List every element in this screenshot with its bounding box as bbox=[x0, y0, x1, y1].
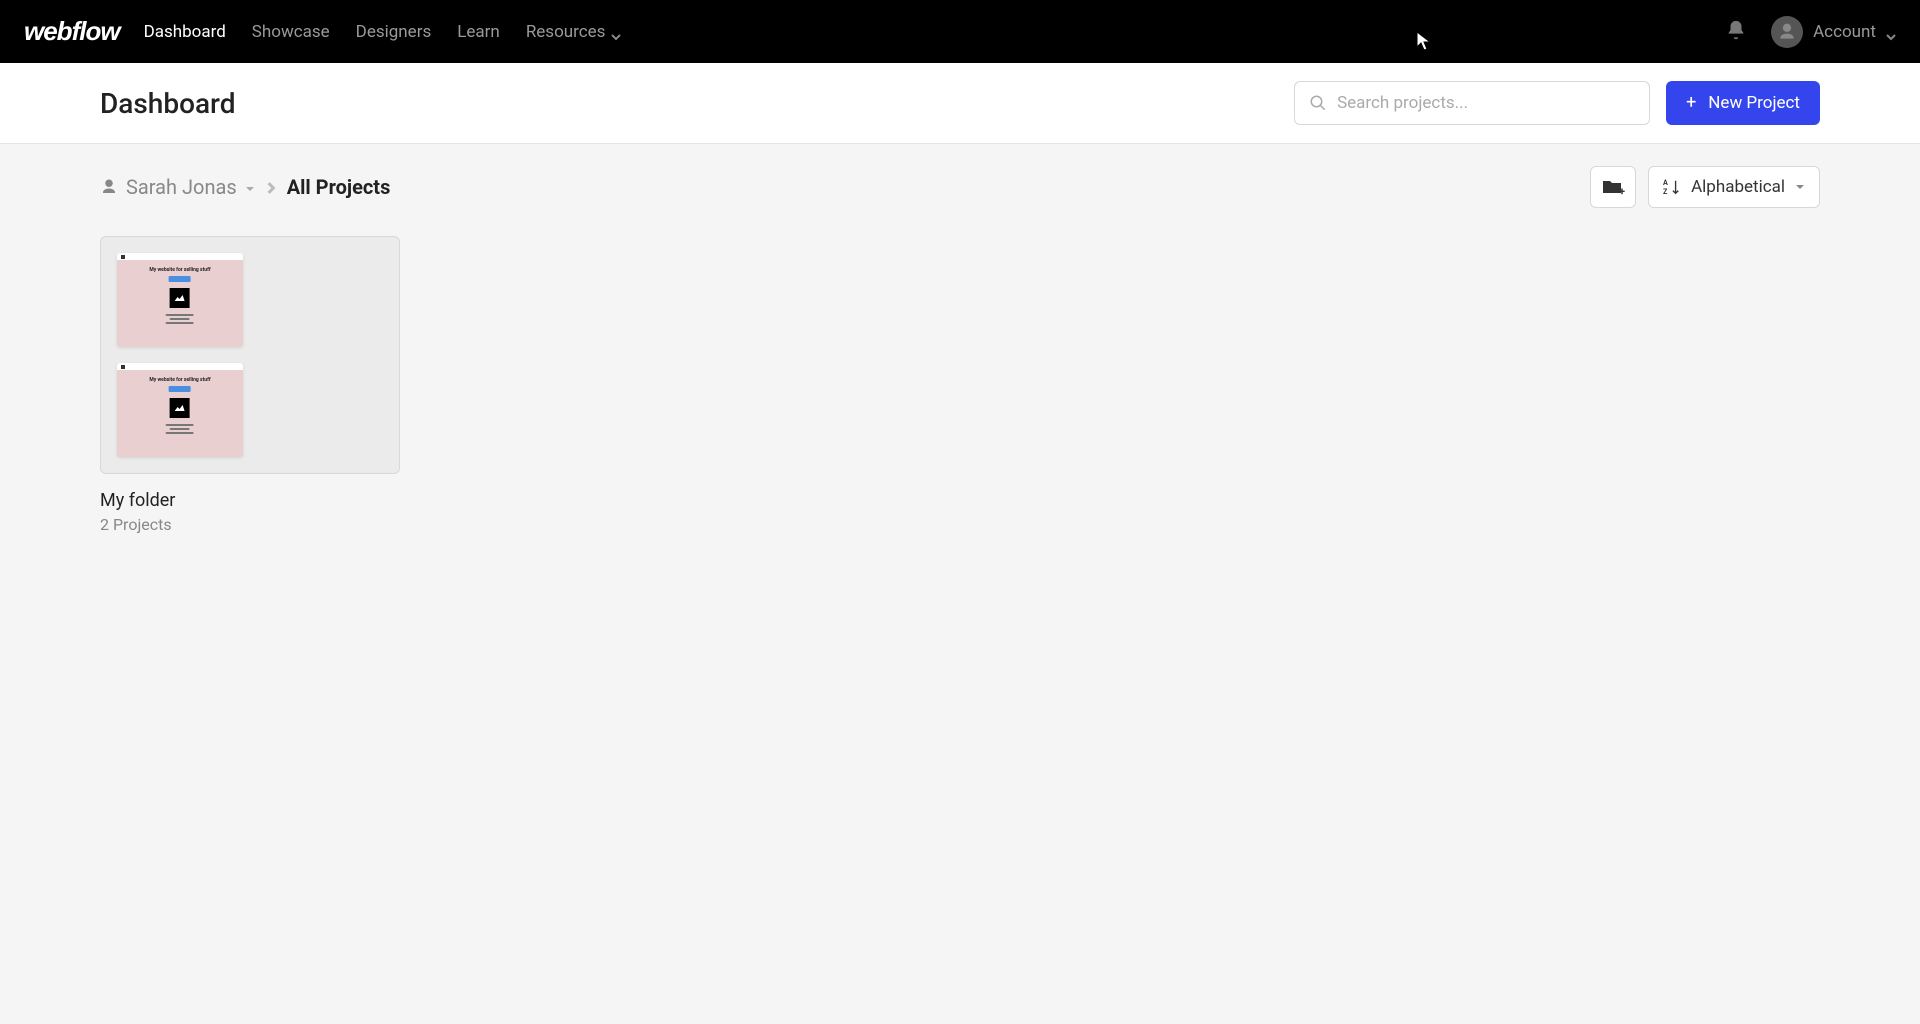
webflow-logo[interactable]: webflow bbox=[24, 16, 120, 47]
breadcrumb-user-name: Sarah Jonas bbox=[126, 175, 237, 199]
topnav-right: Account bbox=[1725, 16, 1896, 48]
nav-designers[interactable]: Designers bbox=[356, 22, 432, 42]
breadcrumb: Sarah Jonas All Projects bbox=[100, 175, 390, 199]
chevron-down-icon bbox=[611, 27, 621, 37]
content: Sarah Jonas All Projects + A Z bbox=[0, 144, 1920, 556]
nav-learn[interactable]: Learn bbox=[457, 22, 500, 42]
dashboard-header: Dashboard + New Project bbox=[0, 63, 1920, 144]
folder-card[interactable]: My website for selling stuff My website … bbox=[100, 236, 400, 534]
user-icon bbox=[100, 178, 118, 196]
search-icon bbox=[1309, 94, 1327, 112]
caret-down-icon bbox=[245, 175, 255, 199]
chevron-right-icon bbox=[265, 175, 277, 199]
project-thumbnail: My website for selling stuff bbox=[117, 253, 243, 347]
sort-az-icon: A Z bbox=[1663, 178, 1681, 196]
new-project-label: New Project bbox=[1708, 93, 1800, 113]
image-icon bbox=[170, 398, 190, 418]
new-folder-button[interactable]: + bbox=[1590, 166, 1636, 208]
nav-dashboard[interactable]: Dashboard bbox=[144, 22, 226, 42]
nav-links: Dashboard Showcase Designers Learn Resou… bbox=[144, 22, 622, 42]
svg-text:+: + bbox=[1619, 185, 1625, 197]
chevron-down-icon bbox=[1886, 27, 1896, 37]
plus-icon: + bbox=[1686, 94, 1696, 112]
sort-label: Alphabetical bbox=[1691, 177, 1785, 197]
nav-showcase[interactable]: Showcase bbox=[252, 22, 330, 42]
avatar-icon bbox=[1771, 16, 1803, 48]
account-menu[interactable]: Account bbox=[1771, 16, 1896, 48]
breadcrumb-user[interactable]: Sarah Jonas bbox=[100, 175, 255, 199]
folder-plus-icon: + bbox=[1601, 177, 1625, 197]
toolbar-actions: + A Z Alphabetical bbox=[1590, 166, 1820, 208]
folder-count: 2 Projects bbox=[100, 515, 400, 534]
thumb-title: My website for selling stuff bbox=[130, 377, 231, 383]
toolbar: Sarah Jonas All Projects + A Z bbox=[100, 166, 1820, 208]
caret-down-icon bbox=[1795, 177, 1805, 197]
sort-button[interactable]: A Z Alphabetical bbox=[1648, 166, 1820, 208]
folder-preview: My website for selling stuff My website … bbox=[100, 236, 400, 474]
nav-resources-label: Resources bbox=[526, 22, 606, 42]
image-icon bbox=[170, 288, 190, 308]
search-box[interactable] bbox=[1294, 81, 1650, 125]
top-nav: webflow Dashboard Showcase Designers Lea… bbox=[0, 0, 1920, 63]
account-label: Account bbox=[1813, 22, 1876, 42]
thumb-title: My website for selling stuff bbox=[130, 267, 231, 273]
svg-text:Z: Z bbox=[1663, 187, 1668, 196]
svg-text:A: A bbox=[1663, 178, 1668, 187]
nav-resources[interactable]: Resources bbox=[526, 22, 622, 42]
new-project-button[interactable]: + New Project bbox=[1666, 81, 1820, 125]
project-thumbnail: My website for selling stuff bbox=[117, 363, 243, 457]
search-input[interactable] bbox=[1337, 93, 1635, 113]
notifications-icon[interactable] bbox=[1725, 19, 1747, 45]
breadcrumb-current: All Projects bbox=[287, 175, 391, 199]
folder-name: My folder bbox=[100, 490, 400, 511]
page-title: Dashboard bbox=[100, 87, 235, 120]
